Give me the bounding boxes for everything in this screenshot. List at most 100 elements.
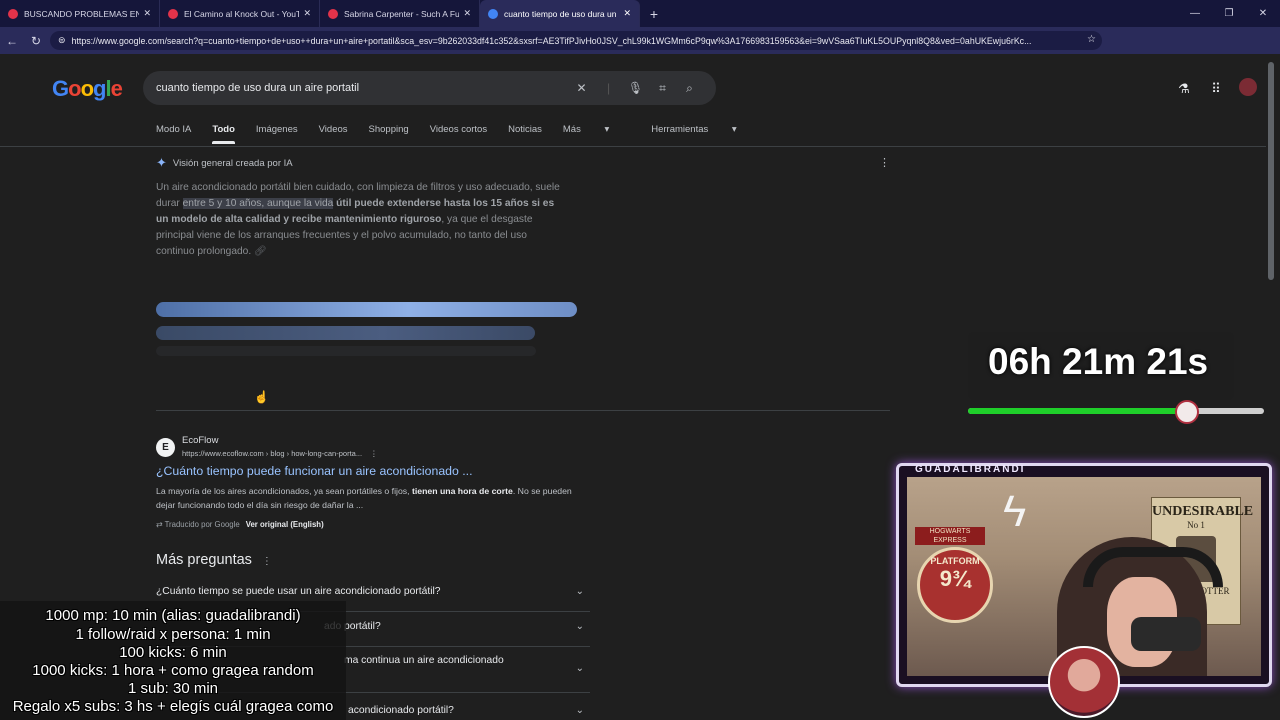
browser-tab-4[interactable]: cuanto tiempo de uso dura un aire ✕ (480, 0, 640, 27)
caret-down-icon: ▾ (604, 124, 610, 135)
tab-videos[interactable]: Videos (319, 124, 348, 135)
close-tab-icon[interactable]: ✕ (303, 8, 311, 19)
streamer-avatar (1048, 646, 1120, 718)
loading-shimmer-bar (156, 346, 536, 356)
more-options-icon[interactable]: ⋮ (879, 156, 890, 169)
lightning-bolt-icon: ϟ (1003, 487, 1027, 536)
result-snippet: La mayoría de los aires acondicionados, … (156, 484, 576, 512)
hand-cursor-icon: ☝ (254, 390, 269, 404)
tab-title: Sabrina Carpenter - Such A Fu (344, 8, 460, 19)
youtube-favicon-icon (328, 8, 338, 19)
chevron-down-icon: ⌄ (575, 586, 584, 597)
close-tab-icon[interactable]: ✕ (143, 8, 151, 19)
chevron-down-icon: ⌄ (575, 621, 584, 632)
translation-note: ⇄ Traducido por Google Ver original (Engl… (156, 520, 324, 529)
window-controls: — ❐ ✕ (1178, 0, 1280, 27)
snippet-bold: tienen una hora de corte (411, 486, 513, 496)
loading-shimmer-bar (156, 326, 535, 340)
snippet-part: La mayoría de los aires acondicionados, … (156, 486, 412, 496)
tab-herramientas[interactable]: Herramientas ▾ (651, 124, 757, 135)
platform-label: PLATFORM (930, 556, 980, 566)
rule-line: 1000 kicks: 1 hora + como gragea random (32, 662, 314, 679)
account-avatar[interactable] (1232, 78, 1264, 99)
search-query-text: cuanto tiempo de uso dura un aire portat… (156, 82, 360, 94)
reload-icon[interactable]: ↻ (24, 34, 48, 48)
ecoflow-favicon-icon: E (156, 438, 175, 457)
avatar-progress-marker-icon (1175, 400, 1199, 424)
hogwarts-sign: HOGWARTS EXPRESS (915, 527, 985, 545)
microphone-icon[interactable]: 🎙︎ (622, 81, 649, 95)
result-site-name[interactable]: EcoFlow (182, 435, 218, 446)
result-title-link[interactable]: ¿Cuánto tiempo puede funcionar un aire a… (156, 464, 473, 478)
address-bar-row: ← ↻ ⊜ https://www.google.com/search?q=cu… (0, 27, 1280, 73)
tabs-divider (0, 146, 1266, 147)
tab-herramientas-label: Herramientas (651, 124, 709, 135)
lens-icon[interactable]: ⌗ (649, 81, 676, 96)
tab-videos-cortos[interactable]: Videos cortos (430, 124, 487, 135)
bookmark-star-icon[interactable]: ☆ (1087, 34, 1096, 45)
ai-text-highlight: entre 5 y 10 años, aunque la vida (182, 198, 334, 209)
result-url[interactable]: https://www.ecoflow.com › blog › how-lon… (182, 449, 378, 458)
tab-shopping[interactable]: Shopping (369, 124, 409, 135)
clear-icon[interactable]: ✕ (568, 81, 595, 95)
browser-tab-bar: BUSCANDO PROBLEMAS EN FLOR ✕ El Camino a… (0, 0, 1280, 27)
back-icon[interactable]: ← (0, 34, 24, 48)
translated-label: Traducido por Google (164, 520, 240, 529)
translate-icon: ⇄ (156, 520, 165, 529)
tab-modo-ia[interactable]: Modo IA (156, 124, 191, 135)
google-logo[interactable]: Google (52, 76, 123, 102)
site-info-icon[interactable]: ⊜ (58, 35, 66, 46)
chevron-down-icon: ⌄ (575, 705, 584, 716)
ai-overview-title: Visión general creada por IA (172, 157, 293, 169)
tab-mas[interactable]: Más ▾ (563, 124, 630, 135)
labs-flask-icon[interactable]: ⚗ (1168, 81, 1200, 97)
restore-icon[interactable]: ❐ (1212, 8, 1246, 19)
chevron-down-icon: ⌄ (575, 663, 584, 674)
tab-title: El Camino al Knock Out - YouTube (184, 8, 299, 19)
result-url-text: https://www.ecoflow.com › blog › how-lon… (182, 449, 363, 458)
headset-icon (1083, 547, 1223, 587)
timer-progress-fill (968, 408, 1187, 414)
close-tab-icon[interactable]: ✕ (463, 8, 471, 19)
search-tabs: Modo IA Todo Imágenes Videos Shopping Vi… (156, 124, 779, 144)
url-input[interactable]: ⊜ https://www.google.com/search?q=cuanto… (50, 31, 1102, 50)
rule-line: Regalo x5 subs: 3 hs + elegís cuál grage… (12, 698, 334, 715)
google-favicon-icon (488, 8, 498, 19)
tab-todo[interactable]: Todo (212, 124, 235, 144)
poster-number: No 1 (1187, 520, 1205, 530)
browser-tab-3[interactable]: Sabrina Carpenter - Such A Fu ✕ (320, 0, 480, 27)
ai-overview-header: ✦ Visión general creada por IA (156, 155, 293, 171)
rule-line: 1 sub: 30 min (127, 680, 219, 697)
result-menu-icon[interactable]: ⋮ (370, 449, 378, 458)
apps-grid-icon[interactable]: ⠿ (1200, 81, 1232, 97)
tab-imagenes[interactable]: Imágenes (256, 124, 298, 135)
microphone-icon (1131, 617, 1201, 651)
view-original-link[interactable]: Ver original (English) (246, 520, 324, 529)
more-questions-label: Más preguntas (156, 552, 252, 568)
rule-line: 100 kicks: 6 min (119, 644, 227, 661)
more-questions-menu-icon[interactable]: ⋮ (262, 556, 272, 567)
close-tab-icon[interactable]: ✕ (623, 8, 631, 19)
search-icon[interactable]: ⌕ (676, 81, 703, 96)
browser-tab-1[interactable]: BUSCANDO PROBLEMAS EN FLOR ✕ (0, 0, 160, 27)
platform-sign: PLATFORM 9¾ (917, 547, 993, 623)
sparkle-icon: ✦ (156, 155, 167, 170)
header-actions: ⚗ ⠿ (1168, 78, 1264, 99)
youtube-favicon-icon (168, 8, 178, 19)
scrollbar[interactable] (1268, 62, 1274, 280)
search-input[interactable]: cuanto tiempo de uso dura un aire portat… (143, 71, 716, 105)
close-window-icon[interactable]: ✕ (1246, 8, 1280, 19)
link-icon[interactable]: 🔗︎ (254, 246, 267, 257)
tab-mas-label: Más (562, 124, 581, 135)
new-tab-button[interactable]: + (640, 6, 668, 22)
tab-title: BUSCANDO PROBLEMAS EN FLOR (24, 8, 139, 19)
subathon-timer: 06h 21m 21s (988, 341, 1209, 382)
ai-overview-text: Un aire acondicionado portátil bien cuid… (156, 180, 566, 260)
minimize-icon[interactable]: — (1178, 8, 1212, 19)
section-divider (156, 410, 890, 411)
browser-tab-2[interactable]: El Camino al Knock Out - YouTube ✕ (160, 0, 320, 27)
more-questions-title: Más preguntas ⋮ (156, 552, 272, 568)
kick-favicon-icon (8, 8, 18, 19)
tab-noticias[interactable]: Noticias (508, 124, 542, 135)
poster-title: UNDESIRABLE (1152, 504, 1254, 519)
